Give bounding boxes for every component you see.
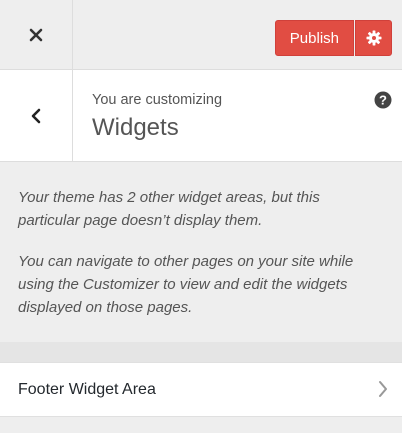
gear-icon <box>366 30 381 46</box>
chevron-left-icon <box>31 108 41 123</box>
section-divider <box>0 342 402 362</box>
back-button[interactable] <box>0 70 73 161</box>
close-button[interactable] <box>0 0 73 69</box>
publish-group: Publish <box>274 20 392 56</box>
customizer-topbar: Publish <box>0 0 402 70</box>
help-button[interactable]: ? <box>374 91 392 114</box>
panel-header: You are customizing Widgets ? <box>0 70 402 162</box>
description-paragraph: Your theme has 2 other widget areas, but… <box>18 189 320 229</box>
customizing-label: You are customizing <box>92 92 223 108</box>
bottom-strip <box>0 417 402 433</box>
publish-settings-button[interactable] <box>355 20 392 56</box>
panel-description: Your theme has 2 other widget areas, but… <box>0 162 402 342</box>
help-icon: ? <box>374 91 392 109</box>
publish-button[interactable]: Publish <box>274 20 354 56</box>
section-label: Footer Widget Area <box>18 380 156 398</box>
description-paragraph: You can navigate to other pages on your … <box>18 253 354 316</box>
section-footer-widget-area[interactable]: Footer Widget Area <box>0 362 402 417</box>
close-icon <box>29 28 43 41</box>
svg-text:?: ? <box>379 93 387 108</box>
chevron-right-icon <box>379 381 387 397</box>
panel-title: Widgets <box>92 114 179 141</box>
